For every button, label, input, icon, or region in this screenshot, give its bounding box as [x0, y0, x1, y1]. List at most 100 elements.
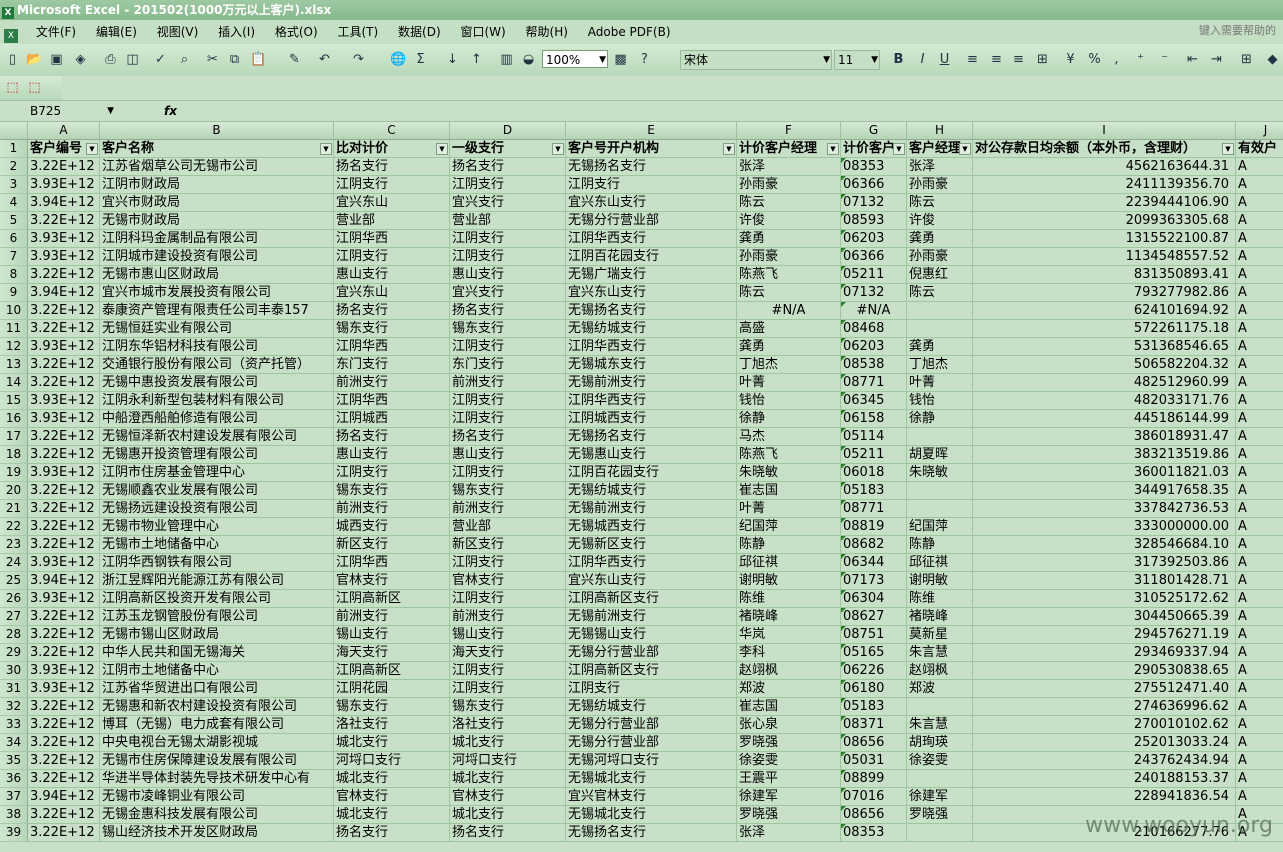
cell-i[interactable]: 2099363305.68	[973, 212, 1236, 230]
font-name-select[interactable]: 宋体 ▼	[680, 50, 832, 70]
cell-b[interactable]: 华进半导体封装先导技术研发中心有	[100, 770, 334, 788]
cell-d[interactable]: 城北支行	[450, 770, 566, 788]
row-header[interactable]: 24	[0, 554, 28, 572]
cell-f[interactable]: 郑波	[737, 680, 841, 698]
menu-window[interactable]: 窗口(W)	[452, 20, 513, 44]
cell-h[interactable]: 郑波	[907, 680, 973, 698]
cell-d[interactable]: 营业部	[450, 518, 566, 536]
cell-b[interactable]: 泰康资产管理有限责任公司丰泰157	[100, 302, 334, 320]
header-cell[interactable]: 计价客户 ▼	[841, 140, 907, 158]
cell-d[interactable]: 城北支行	[450, 806, 566, 824]
cell-i[interactable]: 294576271.19	[973, 626, 1236, 644]
cell-b[interactable]: 江苏玉龙钢管股份有限公司	[100, 608, 334, 626]
cell-f[interactable]: 徐建军	[737, 788, 841, 806]
cell-h[interactable]: 陈云	[907, 284, 973, 302]
header-cell[interactable]: 对公存款日均余额（本外币，含理财） ▼	[973, 140, 1236, 158]
cell-g[interactable]: 07173	[841, 572, 907, 590]
cell-b[interactable]: 锡山经济技术开发区财政局	[100, 824, 334, 842]
row-header[interactable]: 10	[0, 302, 28, 320]
comma-style-icon[interactable]: ,	[1108, 51, 1125, 68]
decrease-indent-icon[interactable]: ⇤	[1184, 51, 1201, 68]
cell-g[interactable]: 05183	[841, 482, 907, 500]
cell-f[interactable]: 龚勇	[737, 338, 841, 356]
column-header-f[interactable]: F	[737, 122, 841, 139]
cell-d[interactable]: 惠山支行	[450, 266, 566, 284]
cell-g[interactable]: #N/A	[841, 302, 907, 320]
cell-b[interactable]: 无锡惠和新农村建设投资有限公司	[100, 698, 334, 716]
row-header[interactable]: 3	[0, 176, 28, 194]
cell-h[interactable]: 朱言慧	[907, 716, 973, 734]
cell-g[interactable]: 05183	[841, 698, 907, 716]
filter-dropdown-icon[interactable]: ▼	[959, 143, 971, 155]
cell-j[interactable]: A	[1236, 158, 1283, 176]
filter-dropdown-icon[interactable]: ▼	[552, 143, 564, 155]
spelling-icon[interactable]: ✓	[152, 51, 169, 68]
cell-g[interactable]: 08353	[841, 824, 907, 842]
cell-j[interactable]: A	[1236, 500, 1283, 518]
cell-a[interactable]: 3.93E+12	[28, 590, 100, 608]
cell-g[interactable]: 06304	[841, 590, 907, 608]
cell-i[interactable]: 252013033.24	[973, 734, 1236, 752]
cell-h[interactable]: 许俊	[907, 212, 973, 230]
cell-d[interactable]: 锡东支行	[450, 482, 566, 500]
cell-e[interactable]: 江阴百花园支行	[566, 464, 737, 482]
cell-e[interactable]: 宜兴东山支行	[566, 572, 737, 590]
cell-b[interactable]: 无锡惠开投资管理有限公司	[100, 446, 334, 464]
cell-b[interactable]: 宜兴市财政局	[100, 194, 334, 212]
currency-icon[interactable]: ¥	[1062, 51, 1079, 68]
cell-a[interactable]: 3.93E+12	[28, 464, 100, 482]
cell-f[interactable]: 罗晓强	[737, 806, 841, 824]
research-icon[interactable]: ⌕	[176, 51, 193, 68]
cell-i[interactable]: 290530838.65	[973, 662, 1236, 680]
cell-a[interactable]: 3.22E+12	[28, 824, 100, 842]
cell-e[interactable]: 无锡分行营业部	[566, 644, 737, 662]
cell-b[interactable]: 江阴高新区投资开发有限公司	[100, 590, 334, 608]
cell-f[interactable]: 徐姿雯	[737, 752, 841, 770]
cell-f[interactable]: 王震平	[737, 770, 841, 788]
cell-b[interactable]: 江阴市住房基金管理中心	[100, 464, 334, 482]
cell-i[interactable]: 293469337.94	[973, 644, 1236, 662]
cell-f[interactable]: 高盛	[737, 320, 841, 338]
cell-i[interactable]: 482033171.76	[973, 392, 1236, 410]
cell-c[interactable]: 扬名支行	[334, 824, 450, 842]
row-header[interactable]: 6	[0, 230, 28, 248]
filter-dropdown-icon[interactable]: ▼	[1222, 143, 1234, 155]
cell-a[interactable]: 3.22E+12	[28, 302, 100, 320]
cell-g[interactable]: 08819	[841, 518, 907, 536]
cell-a[interactable]: 3.93E+12	[28, 410, 100, 428]
cell-e[interactable]: 无锡分行营业部	[566, 716, 737, 734]
cell-b[interactable]: 江苏省烟草公司无锡市公司	[100, 158, 334, 176]
cell-j[interactable]: A	[1236, 680, 1283, 698]
cell-i[interactable]: 2239444106.90	[973, 194, 1236, 212]
cell-b[interactable]: 江阴市财政局	[100, 176, 334, 194]
cell-a[interactable]: 3.93E+12	[28, 248, 100, 266]
column-header-i[interactable]: I	[973, 122, 1236, 139]
cell-b[interactable]: 无锡市住房保障建设发展有限公司	[100, 752, 334, 770]
cell-d[interactable]: 前洲支行	[450, 374, 566, 392]
filter-dropdown-icon[interactable]: ▼	[827, 143, 839, 155]
cell-d[interactable]: 宜兴支行	[450, 284, 566, 302]
cell-a[interactable]: 3.93E+12	[28, 554, 100, 572]
bold-icon[interactable]: B	[890, 51, 907, 68]
cell-g[interactable]: 08771	[841, 374, 907, 392]
cell-c[interactable]: 前洲支行	[334, 374, 450, 392]
cell-h[interactable]	[907, 482, 973, 500]
cell-d[interactable]: 锡山支行	[450, 626, 566, 644]
cell-f[interactable]: 陈云	[737, 284, 841, 302]
cell-f[interactable]: 孙雨豪	[737, 248, 841, 266]
row-header[interactable]: 35	[0, 752, 28, 770]
cell-c[interactable]: 城北支行	[334, 734, 450, 752]
cell-a[interactable]: 3.22E+12	[28, 644, 100, 662]
row-header[interactable]: 9	[0, 284, 28, 302]
cell-j[interactable]: A	[1236, 392, 1283, 410]
cell-h[interactable]: 钱怡	[907, 392, 973, 410]
cell-d[interactable]: 江阴支行	[450, 230, 566, 248]
cell-j[interactable]: A	[1236, 518, 1283, 536]
cell-b[interactable]: 无锡市惠山区财政局	[100, 266, 334, 284]
cell-j[interactable]: A	[1236, 248, 1283, 266]
cell-j[interactable]: A	[1236, 338, 1283, 356]
cell-f[interactable]: 钱怡	[737, 392, 841, 410]
header-cell[interactable]: 有效户	[1236, 140, 1283, 158]
row-header[interactable]: 19	[0, 464, 28, 482]
cell-j[interactable]: A	[1236, 608, 1283, 626]
